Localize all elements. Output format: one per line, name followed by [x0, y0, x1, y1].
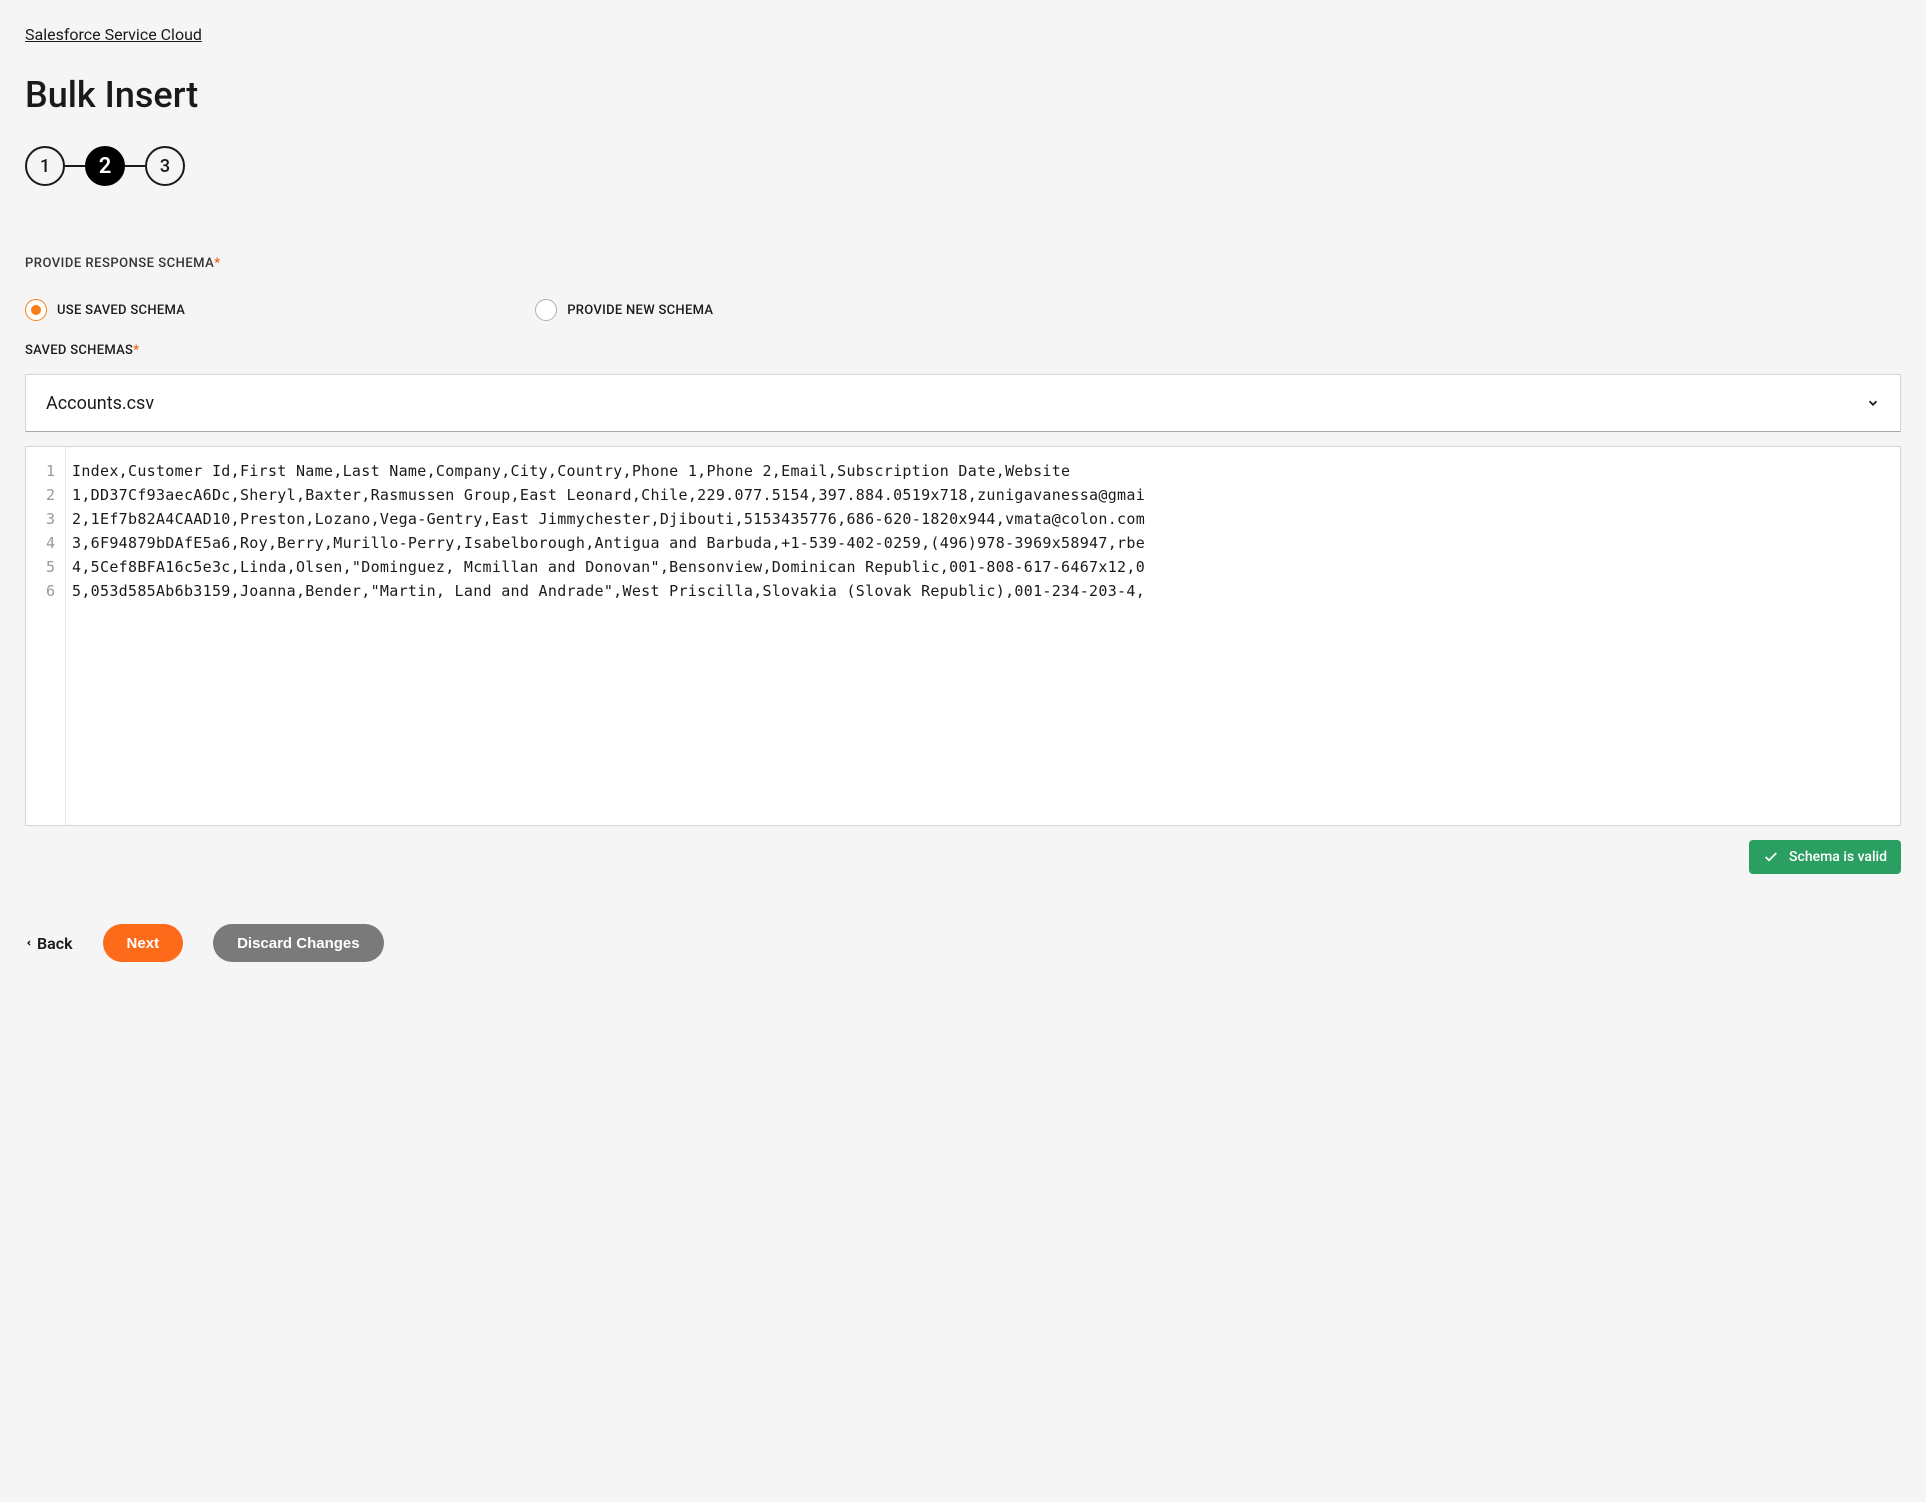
- step-connector: [65, 165, 85, 167]
- code-line[interactable]: 1,DD37Cf93aecA6Dc,Sheryl,Baxter,Rasmusse…: [72, 483, 1900, 507]
- line-number: 1: [26, 459, 65, 483]
- required-star-icon: *: [133, 343, 139, 358]
- code-line[interactable]: 3,6F94879bDAfE5a6,Roy,Berry,Murillo-Perr…: [72, 531, 1900, 555]
- radio-button-icon: [535, 299, 557, 321]
- section-label-text: PROVIDE RESPONSE SCHEMA: [25, 256, 214, 271]
- radio-button-icon: [25, 299, 47, 321]
- discard-changes-button[interactable]: Discard Changes: [213, 924, 384, 962]
- line-number: 6: [26, 579, 65, 603]
- validation-row: Schema is valid: [25, 840, 1901, 874]
- valid-badge-label: Schema is valid: [1789, 849, 1887, 865]
- breadcrumb[interactable]: Salesforce Service Cloud: [25, 25, 202, 44]
- chevron-down-icon: [1866, 396, 1880, 410]
- page-title: Bulk Insert: [25, 74, 1901, 116]
- stepper: 1 2 3: [25, 146, 1901, 186]
- radio-use-saved-schema[interactable]: USE SAVED SCHEMA: [25, 299, 185, 321]
- radio-provide-new-schema[interactable]: PROVIDE NEW SCHEMA: [535, 299, 713, 321]
- action-bar: Back Next Discard Changes: [25, 924, 1901, 962]
- line-number: 2: [26, 483, 65, 507]
- saved-schema-select[interactable]: Accounts.csv: [25, 374, 1901, 432]
- select-value: Accounts.csv: [46, 393, 1866, 414]
- step-1[interactable]: 1: [25, 146, 65, 186]
- provide-response-schema-label: PROVIDE RESPONSE SCHEMA*: [25, 256, 1901, 271]
- check-icon: [1763, 849, 1779, 865]
- radio-label: PROVIDE NEW SCHEMA: [567, 303, 713, 318]
- line-number: 5: [26, 555, 65, 579]
- saved-schemas-label-text: SAVED SCHEMAS: [25, 343, 133, 358]
- next-button[interactable]: Next: [103, 924, 184, 962]
- schema-source-radio-group: USE SAVED SCHEMA PROVIDE NEW SCHEMA: [25, 299, 1901, 321]
- step-3[interactable]: 3: [145, 146, 185, 186]
- code-area[interactable]: Index,Customer Id,First Name,Last Name,C…: [66, 447, 1900, 825]
- line-number-gutter: 123456: [26, 447, 66, 825]
- code-line[interactable]: Index,Customer Id,First Name,Last Name,C…: [72, 459, 1900, 483]
- code-line[interactable]: 4,5Cef8BFA16c5e3c,Linda,Olsen,"Dominguez…: [72, 555, 1900, 579]
- step-connector: [125, 165, 145, 167]
- back-button[interactable]: Back: [25, 934, 73, 953]
- radio-label: USE SAVED SCHEMA: [57, 303, 185, 318]
- line-number: 3: [26, 507, 65, 531]
- back-label: Back: [37, 934, 73, 953]
- code-line[interactable]: 5,053d585Ab6b3159,Joanna,Bender,"Martin,…: [72, 579, 1900, 603]
- saved-schemas-label: SAVED SCHEMAS*: [25, 343, 1901, 358]
- code-editor[interactable]: 123456 Index,Customer Id,First Name,Last…: [25, 446, 1901, 826]
- line-number: 4: [26, 531, 65, 555]
- required-star-icon: *: [214, 256, 220, 271]
- code-line[interactable]: 2,1Ef7b82A4CAAD10,Preston,Lozano,Vega-Ge…: [72, 507, 1900, 531]
- schema-valid-badge: Schema is valid: [1749, 840, 1901, 874]
- chevron-left-icon: [25, 939, 33, 947]
- step-2[interactable]: 2: [85, 146, 125, 186]
- radio-inner-dot: [31, 305, 41, 315]
